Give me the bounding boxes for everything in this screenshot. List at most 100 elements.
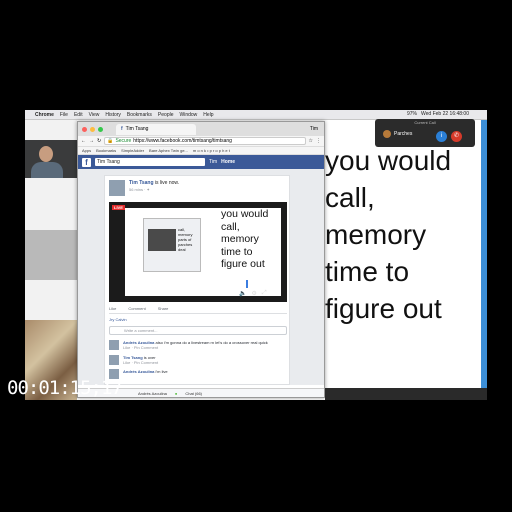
clock-label[interactable]: Wed Feb 22 16:48:00 [421,111,469,117]
menu-view[interactable]: View [89,112,100,118]
avatar[interactable] [109,340,119,350]
end-call-icon[interactable]: ✆ [451,131,462,142]
facebook-favicon-icon: f [121,126,123,132]
menu-people[interactable]: People [158,112,174,118]
bookmark-item[interactable]: Apps [82,148,91,153]
menu-app-name[interactable]: Chrome [35,112,54,118]
maximize-icon[interactable] [98,126,103,132]
post-status: is live now. [153,180,180,186]
participant-avatar [383,130,391,138]
post-time[interactable]: 56 mins · ✦ [129,187,150,192]
browser-tab[interactable]: f Tim Tsang [116,123,196,135]
video-line: memory [221,233,259,245]
doc-line: figure out [325,293,442,324]
share-button[interactable]: Share [158,306,169,311]
person-head [39,146,53,162]
nested-window: call, memory parts of parches deal [143,218,201,272]
forward-icon[interactable]: → [89,138,94,144]
bookmark-item[interactable]: Bare Aphex Twin ge... [149,148,188,153]
comment-text: also i'm gonna do a livestream rn let's … [154,340,268,345]
video-controls: 🔈 ⚙ ⤢ [239,290,267,297]
window-titlebar: f Tim Tsang Tim [78,122,324,136]
bookmarks-bar: Apps Bookmarks SimpleAdder Bare Aphex Tw… [78,147,324,155]
bookmark-item[interactable]: m o n k • p r o p h e t [193,148,230,153]
comment: Tim Tsang is over Like · Pin Comment [109,355,287,365]
comment: Andrés Azoulina i'm live [109,369,287,379]
url-text: https://www.facebook.com/timtsang/timtsa… [133,138,232,144]
doc-line: call, [325,182,375,213]
live-post: Tim Tsang is live now. 56 mins · ✦ LIVE … [104,175,290,385]
search-input[interactable]: Tim Tsang [95,158,205,166]
like-summary[interactable]: Jry Calvin [109,317,127,322]
lock-icon: 🔒 [107,138,114,144]
battery-label[interactable]: 97% [407,111,417,117]
live-video[interactable]: LIVE call, memory parts of parches deal … [109,202,287,302]
doc-line: memory [325,219,427,250]
menu-bookmarks[interactable]: Bookmarks [127,112,152,118]
comment-text: i'm live [154,369,168,374]
avatar[interactable] [109,355,119,365]
profile-link[interactable]: Tim [209,159,217,165]
star-icon[interactable]: ☆ [309,138,313,144]
call-widget: Current Call Parches i ✆ [375,119,475,147]
close-icon[interactable] [82,126,87,132]
live-badge: LIVE [112,205,125,210]
chat-contact[interactable]: Andrés Azoulina [138,391,167,396]
fullscreen-icon[interactable]: ⤢ [262,290,267,297]
facebook-logo-icon[interactable]: f [82,157,91,167]
call-participant: Parches [383,130,412,138]
facebook-header: f Tim Tsang Tim Home [78,155,324,169]
secure-label: Secure [115,138,132,144]
online-icon: ● [174,390,178,396]
post-header: Tim Tsang is live now. [129,180,179,186]
minimize-icon[interactable] [90,126,95,132]
menu-window[interactable]: Window [180,112,198,118]
facebook-feed: Tim Tsang is live now. 56 mins · ✦ LIVE … [78,169,324,385]
avatar[interactable] [109,180,125,196]
cursor-bar [246,280,248,288]
doc-line: time to [325,256,410,287]
comment-actions[interactable]: Like · Pin Comment [123,345,287,350]
divider [109,313,287,314]
settings-icon[interactable]: ⚙ [251,290,256,297]
video-frame: Chrome File Edit View History Bookmarks … [0,0,512,512]
info-icon[interactable]: i [436,131,447,142]
menu-icon[interactable]: ⋮ [316,138,321,144]
menu-edit[interactable]: Edit [74,112,83,118]
reload-icon[interactable]: ↻ [97,138,101,144]
comment-input[interactable]: Write a comment... [109,326,287,335]
comment-actions[interactable]: Like · Pin Comment [123,360,287,365]
video-line: figure out [221,258,265,270]
chat-button[interactable]: Chat (66) [185,391,202,396]
post-author[interactable]: Tim Tsang [129,180,154,186]
bookmark-item[interactable]: SimpleAdder [121,148,144,153]
dock-strip [325,388,487,400]
like-button[interactable]: Like [109,306,116,311]
url-field[interactable]: 🔒 Secure https://www.facebook.com/timtsa… [104,137,306,145]
comment-author[interactable]: Andrés Azoulina [123,369,154,374]
desktop-widget [25,230,77,280]
webcam-feed [25,140,77,178]
person-body [31,162,63,178]
chrome-window: f Tim Tsang Tim ← → ↻ 🔒 Secure https://w… [77,121,325,398]
address-bar-row: ← → ↻ 🔒 Secure https://www.facebook.com/… [78,136,324,147]
post-actions: Like Comment Share [109,306,168,311]
participant-name: Parches [394,131,413,137]
volume-icon[interactable]: 🔈 [239,290,246,297]
tab-title: Tim Tsang [125,126,149,132]
video-line: call, [221,220,240,233]
menu-file[interactable]: File [60,112,68,118]
second-tab[interactable]: Tim [310,126,318,132]
menu-history[interactable]: History [105,112,121,118]
video-text: you would call, memory time to figure ou… [221,208,268,271]
menu-help[interactable]: Help [203,112,213,118]
video-line: you would [221,208,269,220]
call-header: Current Call [414,120,436,125]
back-icon[interactable]: ← [81,138,86,144]
home-link[interactable]: Home [221,159,235,165]
doc-line: you would [325,145,452,176]
nested-video [148,229,176,251]
bookmark-item[interactable]: Bookmarks [96,148,116,153]
video-line: time to [221,245,253,258]
comment-button[interactable]: Comment [128,306,145,311]
